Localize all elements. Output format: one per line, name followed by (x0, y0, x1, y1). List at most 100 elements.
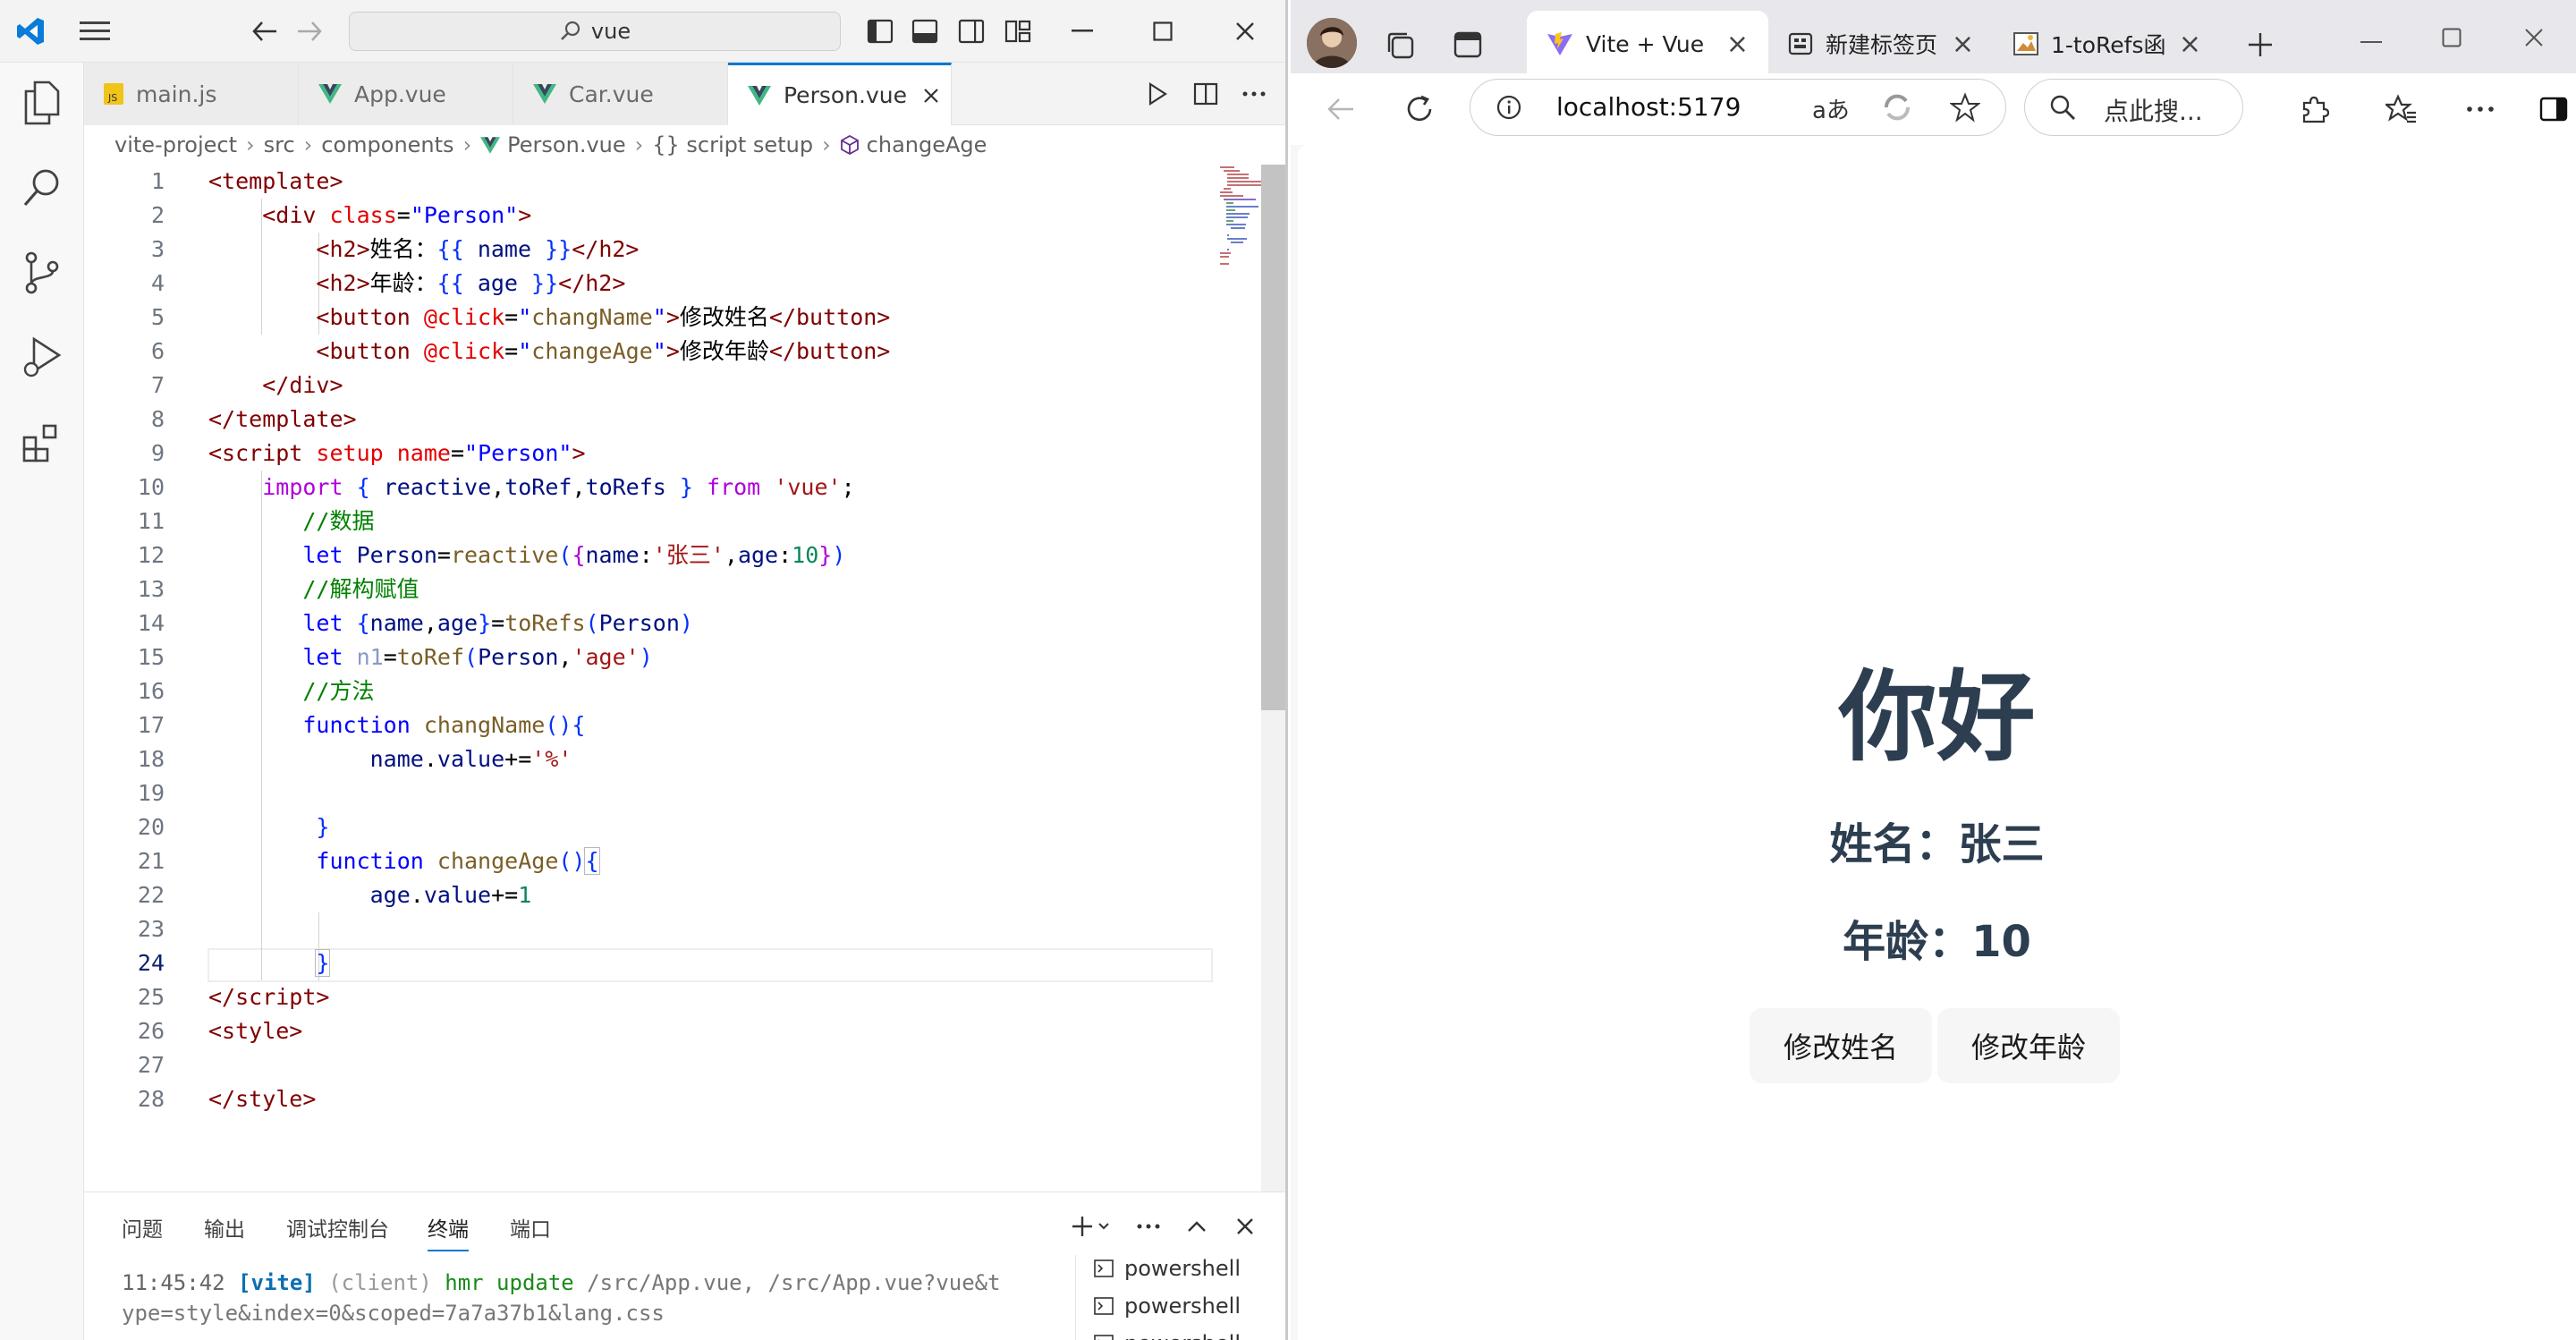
panel-tab-output[interactable]: 输出 (204, 1212, 245, 1242)
tab-close-icon[interactable]: × (1726, 29, 1749, 60)
site-info-icon[interactable] (1496, 94, 1522, 124)
panel-tab-ports[interactable]: 端口 (510, 1212, 551, 1242)
change-age-button[interactable]: 修改年龄 (1937, 1008, 2120, 1083)
favorite-star-icon[interactable] (1949, 92, 1981, 126)
terminal-tag: [vite] (238, 1270, 316, 1295)
profile-avatar[interactable] (1307, 18, 1357, 68)
breadcrumb-item[interactable]: components (321, 132, 453, 157)
breadcrumb-item[interactable]: changeAge (867, 132, 987, 157)
terminal-list-item[interactable]: powershell (1076, 1287, 1285, 1325)
address-bar[interactable]: localhost:5179 aあ (1470, 79, 2006, 136)
change-name-button[interactable]: 修改姓名 (1750, 1008, 1932, 1083)
browser-tab-label: Vite + Vue (1586, 30, 1705, 57)
line-number: 9 (150, 440, 165, 466)
maximize-panel-icon[interactable] (1179, 1210, 1215, 1242)
tab-person-vue[interactable]: Person.vue (728, 63, 952, 125)
breadcrumb-item[interactable]: vite-project (114, 132, 237, 157)
maximize-icon[interactable] (2432, 18, 2471, 57)
breadcrumb-item[interactable]: src (264, 132, 295, 157)
settings-more-icon[interactable] (2459, 88, 2502, 131)
name-display: 姓名：张三 (1829, 819, 2045, 869)
new-tab-page-icon (1788, 32, 1813, 55)
terminal-list-item[interactable]: powershell (1076, 1325, 1285, 1340)
run-debug-icon[interactable] (0, 318, 84, 398)
tab-close-icon[interactable] (923, 88, 939, 104)
terminal-list-label: powershell (1124, 1293, 1241, 1319)
refresh-icon[interactable] (1398, 88, 1441, 131)
code-line: </script> (208, 984, 330, 1010)
minimize-icon[interactable] (1064, 15, 1100, 47)
explorer-icon[interactable] (0, 63, 84, 143)
tab-main-js[interactable]: JS main.js (84, 63, 299, 125)
line-number: 17 (137, 712, 165, 738)
code-line: import { reactive,toRef,toRefs } from 'v… (262, 474, 855, 500)
new-tab-icon[interactable] (2239, 23, 2282, 66)
breadcrumb-item[interactable]: {} script setup (652, 132, 813, 157)
vertical-tabs-icon[interactable] (1448, 25, 1487, 64)
tab-close-icon[interactable]: × (2179, 29, 2201, 60)
line-number: 18 (137, 746, 165, 772)
forward-arrow-icon[interactable] (292, 15, 327, 47)
read-aloud-icon[interactable]: aあ (1812, 92, 1850, 125)
close-icon[interactable] (2514, 18, 2554, 57)
line-number: 28 (137, 1086, 165, 1112)
breadcrumb-item[interactable]: Person.vue (507, 132, 625, 157)
split-editor-icon[interactable] (1188, 78, 1224, 110)
terminal-client: (client) (328, 1270, 432, 1295)
back-icon[interactable] (1319, 88, 1362, 131)
extension-loading-icon[interactable] (1882, 92, 1912, 126)
code-line: function changName(){ (302, 712, 586, 738)
code-line: function changeAge(){ (316, 847, 600, 875)
maximize-icon[interactable] (1145, 15, 1181, 47)
line-number: 20 (137, 814, 165, 840)
line-number: 26 (137, 1018, 165, 1044)
favorites-icon[interactable] (2380, 88, 2423, 131)
terminal-output[interactable]: 11:45:42 [vite] (client) hmr update /src… (122, 1268, 1106, 1328)
line-number: 5 (150, 304, 165, 330)
source-control-icon[interactable] (0, 233, 84, 313)
terminal-list-item[interactable]: powershell (1076, 1250, 1285, 1287)
panel-tab-terminal[interactable]: 终端 (428, 1212, 469, 1251)
extensions-puzzle-icon[interactable] (2292, 88, 2335, 131)
tab-label: Car.vue (569, 81, 654, 107)
tab-app-vue[interactable]: App.vue (299, 63, 513, 125)
code-line: } (315, 949, 331, 977)
browser-tab-vite-vue[interactable]: Vite + Vue × (1527, 11, 1768, 77)
close-icon[interactable] (1227, 15, 1263, 47)
tab-car-vue[interactable]: Car.vue (513, 63, 728, 125)
toggle-secondary-sidebar-icon[interactable] (953, 15, 989, 47)
panel-tab-debug-console[interactable]: 调试控制台 (286, 1212, 389, 1242)
browser-search-box[interactable]: 点此搜... (2024, 79, 2243, 136)
close-panel-icon[interactable] (1227, 1210, 1263, 1242)
tab-close-icon[interactable]: × (1952, 29, 1974, 60)
back-arrow-icon[interactable] (247, 15, 283, 47)
terminal-time: 11:45:42 (122, 1270, 225, 1295)
tab-label: App.vue (354, 81, 446, 107)
search-icon[interactable] (0, 148, 84, 228)
code-editor[interactable]: 1 2 3 4 5 6 7 8 9 10 11 12 13 14 15 16 1… (84, 165, 1285, 1192)
command-center-label: vue (590, 19, 631, 44)
code-line: <script setup name="Person"> (208, 440, 586, 466)
toggle-sidebar-icon[interactable] (862, 15, 898, 47)
new-terminal-icon[interactable] (1066, 1210, 1116, 1242)
menu-icon[interactable] (75, 15, 114, 47)
toggle-panel-icon[interactable] (907, 15, 943, 47)
customize-layout-icon[interactable] (1000, 15, 1036, 47)
browser-tab-new-tab[interactable]: 新建标签页 × (1768, 11, 1994, 77)
browser-tab-torefs[interactable]: 1-toRefs函 × (1994, 11, 2221, 77)
line-number: 21 (137, 848, 165, 874)
minimize-icon[interactable] (2351, 23, 2391, 63)
panel-tab-problems[interactable]: 问题 (122, 1212, 163, 1242)
sidebar-toggle-icon[interactable] (2532, 88, 2575, 131)
extensions-icon[interactable] (0, 403, 84, 483)
panel-more-icon[interactable] (1131, 1210, 1166, 1242)
page-favicon-icon (2013, 32, 2038, 55)
page-viewport: 你好 姓名：张三 年龄：10 修改姓名 修改年龄 (1298, 145, 2576, 1340)
code-line: </template> (208, 406, 357, 432)
run-icon[interactable] (1140, 78, 1175, 110)
scrollbar-thumb[interactable] (1261, 165, 1285, 710)
command-center-search[interactable]: vue (349, 12, 841, 51)
more-actions-icon[interactable] (1236, 78, 1272, 110)
collections-icon[interactable] (1380, 25, 1419, 64)
